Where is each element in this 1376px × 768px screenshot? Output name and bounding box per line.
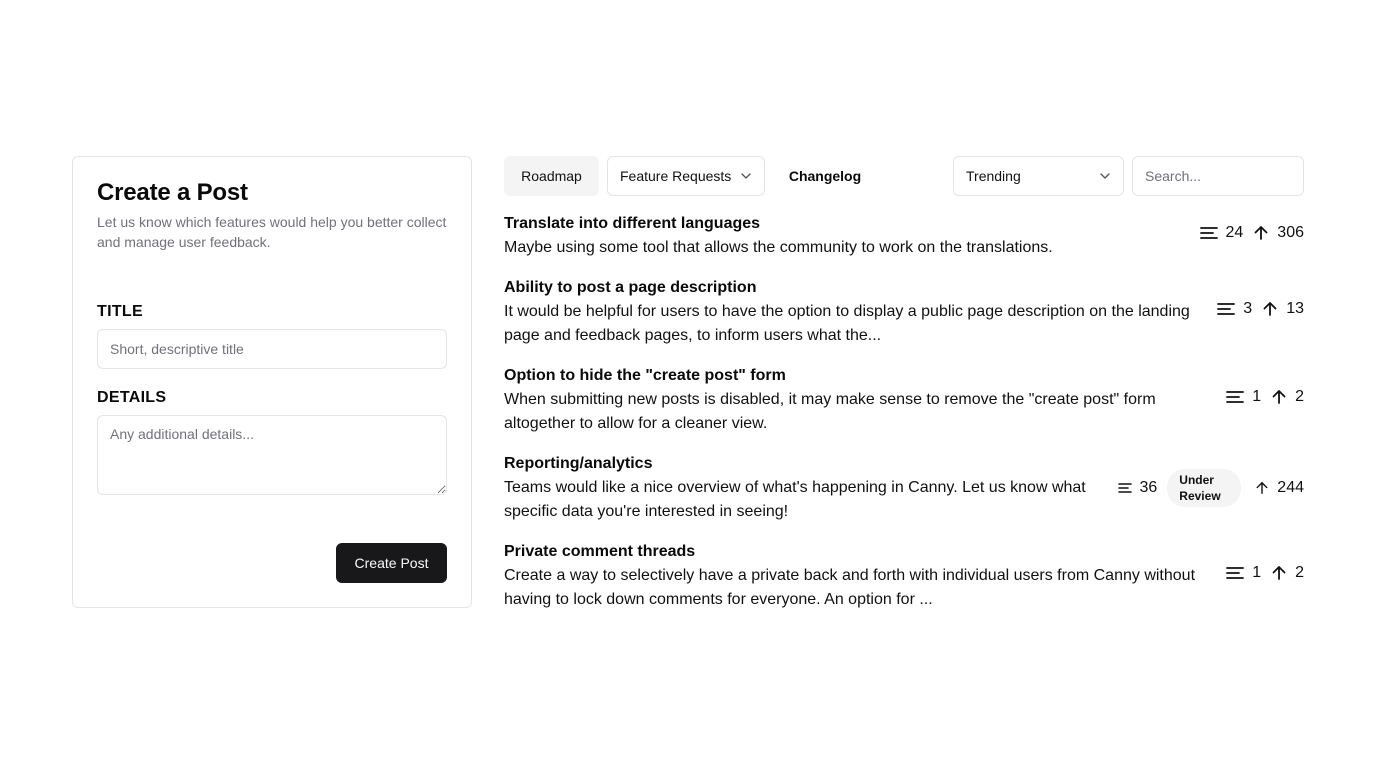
- post-item[interactable]: Translate into different languages Maybe…: [504, 212, 1304, 260]
- create-post-subtitle: Let us know which features would help yo…: [97, 214, 447, 250]
- search-input[interactable]: [1132, 156, 1304, 196]
- post-description: Teams would like a nice overview of what…: [504, 479, 1086, 520]
- tab-changelog-label: Changelog: [788, 168, 862, 184]
- post-meta: 1 2: [1226, 388, 1304, 406]
- feature-requests-dropdown[interactable]: Feature Requests: [607, 156, 765, 196]
- post-item[interactable]: Reporting/analytics Teams would like a n…: [504, 452, 1304, 524]
- comment-count: 24: [1225, 224, 1244, 241]
- post-item[interactable]: Ability to post a page description It wo…: [504, 276, 1304, 348]
- arrow-up-icon[interactable]: [1271, 565, 1287, 581]
- post-meta: 24 306: [1199, 224, 1304, 242]
- comment-count: 1: [1252, 388, 1262, 405]
- vote-count: 244: [1277, 479, 1304, 496]
- title-input[interactable]: [97, 329, 447, 369]
- details-textarea[interactable]: [97, 415, 447, 495]
- feature-requests-label: Feature Requests: [620, 168, 732, 184]
- create-post-title: Create a Post: [97, 179, 248, 206]
- sort-select[interactable]: Trending: [953, 156, 1124, 196]
- post-description: When submitting new posts is disabled, i…: [504, 391, 1156, 432]
- comment-count: 3: [1243, 300, 1253, 317]
- post-item[interactable]: Option to hide the "create post" form Wh…: [504, 364, 1304, 436]
- text-align-left-icon: [1226, 565, 1245, 581]
- vote-count: 2: [1295, 564, 1304, 581]
- post-title[interactable]: Option to hide the "create post" form: [504, 364, 1304, 388]
- post-description: Maybe using some tool that allows the co…: [504, 239, 1053, 256]
- post-title[interactable]: Ability to post a page description: [504, 276, 1304, 300]
- post-meta: 3 13: [1217, 300, 1304, 318]
- tab-changelog[interactable]: Changelog: [775, 156, 875, 196]
- sort-select-value: Trending: [966, 168, 1021, 184]
- post-title[interactable]: Translate into different languages: [504, 212, 1304, 236]
- post-description: It would be helpful for users to have th…: [504, 303, 1190, 344]
- details-label: DETAILS: [97, 389, 167, 406]
- title-label: TITLE: [97, 303, 143, 320]
- arrow-up-icon[interactable]: [1271, 389, 1287, 405]
- vote-count: 306: [1277, 224, 1304, 241]
- arrow-up-icon[interactable]: [1255, 481, 1269, 495]
- vote-count: 2: [1295, 388, 1304, 405]
- create-post-button[interactable]: Create Post: [336, 543, 447, 583]
- post-item[interactable]: Private comment threads Create a way to …: [504, 540, 1304, 612]
- post-meta: 36 Under Review 244: [1117, 469, 1304, 507]
- chevron-down-icon: [1099, 170, 1111, 182]
- post-title[interactable]: Private comment threads: [504, 540, 1304, 564]
- text-align-left-icon: [1226, 389, 1245, 405]
- tab-roadmap-label: Roadmap: [521, 168, 582, 184]
- chevron-down-icon: [740, 170, 752, 182]
- text-align-left-icon: [1117, 481, 1132, 495]
- arrow-up-icon[interactable]: [1253, 225, 1269, 241]
- vote-count: 13: [1286, 300, 1304, 317]
- text-align-left-icon: [1217, 301, 1236, 317]
- comment-count: 1: [1252, 564, 1262, 581]
- tab-roadmap[interactable]: Roadmap: [504, 156, 599, 196]
- create-post-card: Create a Post Let us know which features…: [72, 156, 472, 608]
- comment-count: 36: [1139, 479, 1158, 496]
- text-align-left-icon: [1199, 225, 1218, 241]
- status-badge: Under Review: [1167, 469, 1242, 507]
- post-meta: 1 2: [1226, 564, 1304, 582]
- arrow-up-icon[interactable]: [1262, 301, 1278, 317]
- post-description: Create a way to selectively have a priva…: [504, 567, 1196, 608]
